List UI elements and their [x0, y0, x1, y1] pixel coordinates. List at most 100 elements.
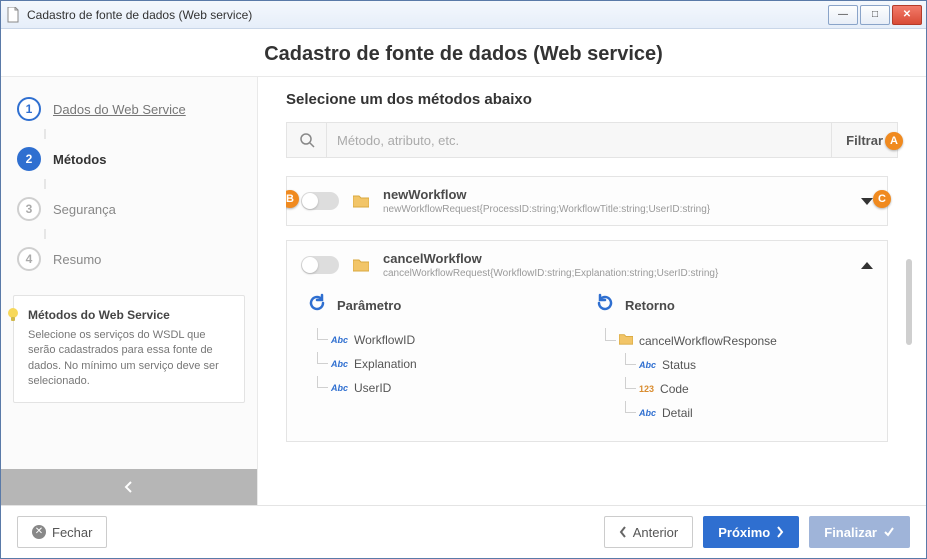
param-name: Explanation [354, 357, 417, 371]
method-info: cancelWorkflow cancelWorkflowRequest{Wor… [383, 251, 847, 279]
step-number: 4 [17, 247, 41, 271]
refresh-out-icon [595, 293, 615, 318]
refresh-in-icon [307, 293, 327, 318]
return-title: Retorno [625, 298, 675, 313]
step-label: Dados do Web Service [53, 102, 186, 117]
wizard-steps: 1 Dados do Web Service 2 Métodos 3 Segur… [1, 77, 257, 287]
return-name: Detail [662, 406, 693, 420]
next-button[interactable]: Próximo [703, 516, 799, 548]
method-body: Parâmetro Abc WorkflowID Abc [287, 289, 887, 441]
type-string-icon: Abc [331, 359, 348, 369]
finish-label: Finalizar [824, 525, 877, 540]
window-title: Cadastro de fonte de dados (Web service) [27, 8, 828, 22]
type-string-icon: Abc [639, 360, 656, 370]
step-label: Métodos [53, 152, 106, 167]
badge-c: C [873, 190, 891, 208]
search-icon [287, 123, 327, 157]
return-detail[interactable]: Abc Detail [639, 401, 871, 425]
parameter-tree: Abc WorkflowID Abc Explanation Abc [303, 328, 583, 400]
titlebar: Cadastro de fonte de dados (Web service)… [1, 1, 926, 29]
type-string-icon: Abc [331, 335, 348, 345]
method-toggle[interactable] [301, 192, 339, 210]
method-list: B C newWorkflow newWorkflowRequest{Proce… [286, 176, 898, 442]
window-controls: — □ ✕ [828, 5, 922, 25]
step-web-service-data[interactable]: 1 Dados do Web Service [17, 89, 247, 129]
next-label: Próximo [718, 525, 770, 540]
folder-icon [353, 194, 369, 208]
step-methods[interactable]: 2 Métodos [17, 139, 247, 179]
scrollbar[interactable] [906, 259, 912, 345]
parameter-panel: Parâmetro Abc WorkflowID Abc [303, 293, 583, 425]
method-info: newWorkflow newWorkflowRequest{ProcessID… [383, 187, 847, 215]
method-header: cancelWorkflow cancelWorkflowRequest{Wor… [287, 241, 887, 289]
search-bar: Filtrar A [286, 122, 898, 158]
window-frame: Cadastro de fonte de dados (Web service)… [0, 0, 927, 559]
app-body: Cadastro de fonte de dados (Web service)… [1, 29, 926, 558]
step-number: 2 [17, 147, 41, 171]
info-title: Métodos do Web Service [28, 308, 232, 322]
document-icon [5, 7, 21, 23]
footer: ✕ Fechar Anterior Próximo Finalizar [1, 505, 926, 558]
content-wrap: 1 Dados do Web Service 2 Métodos 3 Segur… [1, 76, 926, 505]
param-name: WorkflowID [354, 333, 415, 347]
finish-button[interactable]: Finalizar [809, 516, 910, 548]
return-status[interactable]: Abc Status [639, 353, 871, 377]
method-signature: newWorkflowRequest{ProcessID:string;Work… [383, 204, 847, 215]
search-input[interactable] [327, 123, 831, 157]
main-panel: Selecione um dos métodos abaixo Filtrar … [258, 77, 926, 505]
sidebar-back-button[interactable] [1, 469, 257, 505]
return-root-name: cancelWorkflowResponse [639, 334, 777, 348]
type-number-icon: 123 [639, 384, 654, 394]
step-separator [44, 179, 46, 189]
return-root[interactable]: cancelWorkflowResponse [619, 328, 871, 353]
parameter-title: Parâmetro [337, 298, 401, 313]
previous-button[interactable]: Anterior [604, 516, 694, 548]
step-number: 1 [17, 97, 41, 121]
step-label: Resumo [53, 252, 101, 267]
folder-icon [353, 258, 369, 272]
step-separator [44, 229, 46, 239]
param-explanation[interactable]: Abc Explanation [331, 352, 583, 376]
page-title: Cadastro de fonte de dados (Web service) [1, 29, 926, 76]
method-card-cancelworkflow: cancelWorkflow cancelWorkflowRequest{Wor… [286, 240, 888, 442]
info-text: Selecione os serviços do WSDL que serão … [28, 328, 232, 390]
chevron-left-icon [619, 526, 627, 538]
method-name: newWorkflow [383, 187, 847, 202]
step-number: 3 [17, 197, 41, 221]
close-button[interactable]: ✕ Fechar [17, 516, 107, 548]
param-userid[interactable]: Abc UserID [331, 376, 583, 400]
close-label: Fechar [52, 525, 92, 540]
info-card: Métodos do Web Service Selecione os serv… [13, 295, 245, 403]
check-icon [883, 526, 895, 538]
return-panel: Retorno cancelWorkflowResponse [591, 293, 871, 425]
return-code[interactable]: 123 Code [639, 377, 871, 401]
step-separator [44, 129, 46, 139]
method-card-newworkflow: B C newWorkflow newWorkflowRequest{Proce… [286, 176, 888, 226]
folder-icon [619, 333, 633, 348]
return-tree: cancelWorkflowResponse Abc Status [591, 328, 871, 425]
expand-arrow-icon[interactable] [861, 198, 873, 205]
param-name: UserID [354, 381, 391, 395]
collapse-arrow-icon[interactable] [861, 262, 873, 269]
maximize-button[interactable]: □ [860, 5, 890, 25]
method-header: newWorkflow newWorkflowRequest{ProcessID… [287, 177, 887, 225]
badge-a: A [885, 132, 903, 150]
minimize-button[interactable]: — [828, 5, 858, 25]
return-name: Status [662, 358, 696, 372]
step-summary[interactable]: 4 Resumo [17, 239, 247, 279]
param-workflowid[interactable]: Abc WorkflowID [331, 328, 583, 352]
method-toggle[interactable] [301, 256, 339, 274]
window-close-button[interactable]: ✕ [892, 5, 922, 25]
return-name: Code [660, 382, 689, 396]
step-label: Segurança [53, 202, 116, 217]
close-icon: ✕ [32, 525, 46, 539]
chevron-left-icon [122, 480, 136, 494]
step-security[interactable]: 3 Segurança [17, 189, 247, 229]
sidebar: 1 Dados do Web Service 2 Métodos 3 Segur… [1, 77, 258, 505]
lightbulb-icon [4, 306, 22, 324]
chevron-right-icon [776, 526, 784, 538]
previous-label: Anterior [633, 525, 679, 540]
method-signature: cancelWorkflowRequest{WorkflowID:string;… [383, 268, 847, 279]
type-string-icon: Abc [331, 383, 348, 393]
method-name: cancelWorkflow [383, 251, 847, 266]
